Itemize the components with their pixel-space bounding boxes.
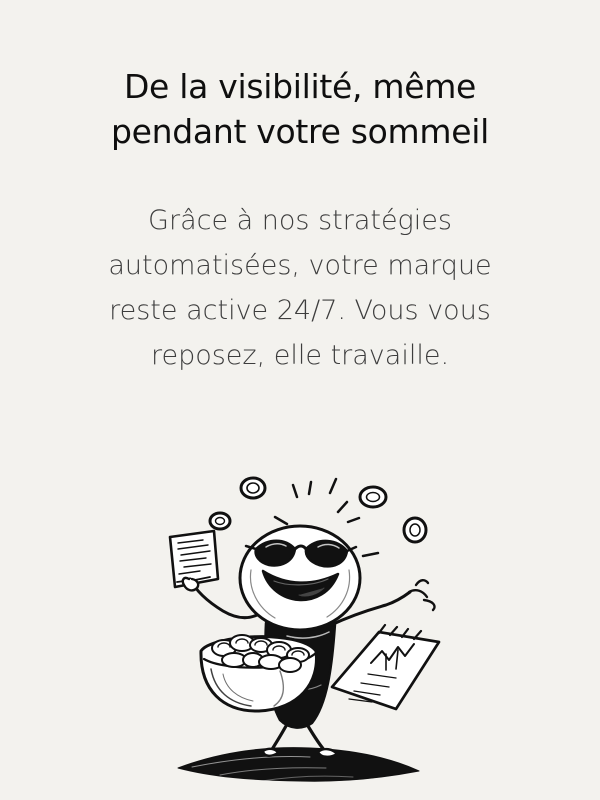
ground-shadow-icon: [177, 747, 420, 782]
coin-icon: [358, 485, 388, 509]
hero-description-line-4: reposez, elle travaille.: [150, 340, 450, 371]
coin-icon: [402, 516, 428, 544]
hero-card: De la visibilité, même pendant votre som…: [0, 0, 600, 800]
cartoon-illustration: [150, 455, 450, 790]
coin-icon: [208, 511, 232, 531]
hero-description-line-3: reste active 24/7. Vous vous: [109, 295, 491, 326]
chart-document-icon: [330, 623, 441, 711]
hero-title: De la visibilité, même pendant votre som…: [0, 64, 600, 154]
hero-description-line-1: Grâce à nos stratégies: [148, 205, 452, 236]
coin-icon: [239, 476, 267, 500]
hero-title-line-1: De la visibilité, même: [123, 67, 477, 106]
cartoon-svg: [168, 476, 441, 782]
character-head-icon: [238, 524, 362, 632]
hero-description-line-2: automatisées, votre marque: [108, 250, 492, 281]
hero-title-line-2: pendant votre sommeil: [111, 112, 489, 151]
hero-description: Grâce à nos stratégies automatisées, vot…: [0, 198, 600, 378]
